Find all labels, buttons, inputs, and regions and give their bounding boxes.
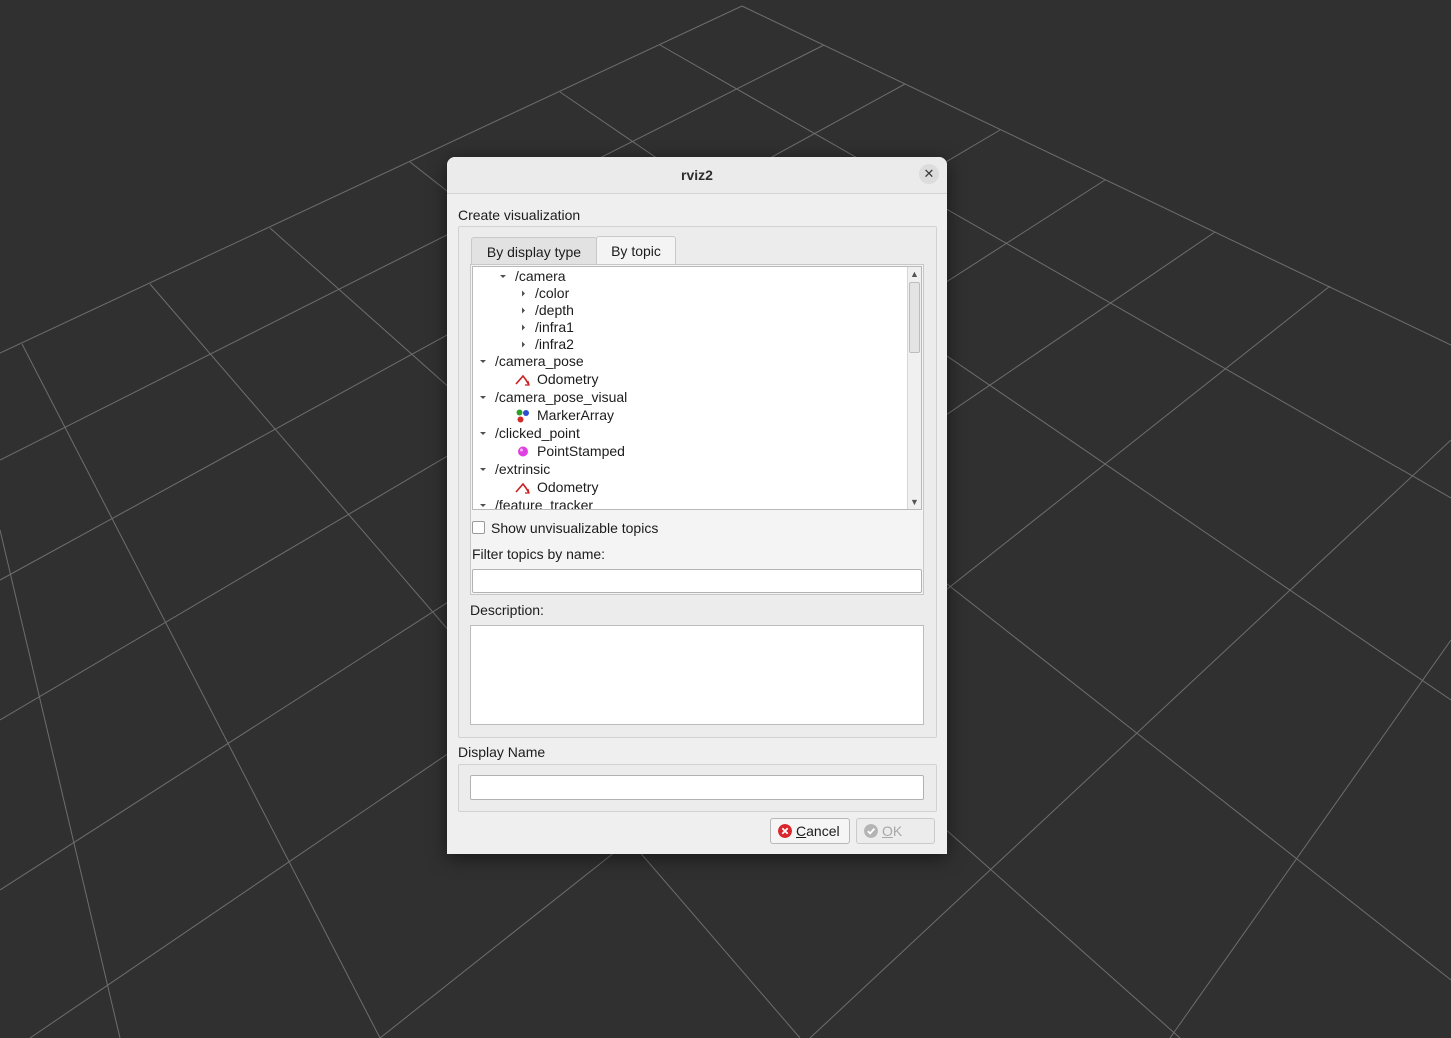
- tree-item-label: /infra2: [535, 336, 574, 352]
- tree-item-label: /color: [535, 285, 570, 301]
- display-name-input[interactable]: [470, 775, 924, 800]
- cancel-icon: [778, 824, 792, 838]
- title-bar[interactable]: rviz2 ✕: [447, 157, 947, 194]
- tree-item-label: Odometry: [537, 371, 599, 387]
- filter-label: Filter topics by name:: [472, 546, 606, 562]
- marker-array-icon: [516, 409, 529, 423]
- close-icon[interactable]: ✕: [919, 164, 939, 184]
- expanded-arrow-icon[interactable]: [477, 389, 489, 406]
- display-name-label: Display Name: [458, 744, 546, 760]
- cancel-button[interactable]: Cancel: [770, 818, 850, 844]
- ok-icon: [864, 824, 878, 838]
- expanded-arrow-icon[interactable]: [477, 461, 489, 478]
- tab-by-topic[interactable]: By topic: [596, 236, 676, 265]
- show-unvisualizable-label: Show unvisualizable topics: [491, 520, 659, 536]
- odometry-icon: [515, 482, 530, 494]
- tab-by-display-type[interactable]: By display type: [471, 237, 597, 264]
- collapsed-arrow-icon[interactable]: [517, 319, 529, 336]
- ok-button[interactable]: OK: [856, 818, 935, 844]
- create-visualization-dialog: rviz2 ✕ Create visualization By display …: [447, 157, 947, 854]
- scrollbar-thumb[interactable]: [909, 282, 920, 353]
- tree-item-label: /camera_pose: [495, 353, 584, 369]
- tree-item-label: /clicked_point: [495, 425, 580, 441]
- create-visualization-label: Create visualization: [458, 207, 581, 223]
- scroll-down-arrow-icon[interactable]: ▼: [908, 495, 921, 509]
- description-box: [470, 625, 924, 725]
- tree-scrollbar[interactable]: ▲ ▼: [907, 267, 921, 509]
- cancel-button-label: Cancel: [796, 823, 840, 839]
- expanded-arrow-icon[interactable]: [497, 268, 509, 285]
- ok-button-label: OK: [882, 823, 903, 839]
- expanded-arrow-icon[interactable]: [477, 425, 489, 442]
- scroll-up-arrow-icon[interactable]: ▲: [908, 267, 921, 281]
- tree-item-label: /camera: [515, 268, 566, 284]
- point-stamped-icon: [518, 446, 528, 457]
- description-label: Description:: [470, 602, 544, 618]
- collapsed-arrow-icon[interactable]: [517, 285, 529, 302]
- tree-item-label: /feature_tracker: [495, 497, 594, 510]
- expanded-arrow-icon[interactable]: [477, 353, 489, 370]
- topic-tree[interactable]: /camera /color /depth /infra1 /infra2 /c…: [472, 266, 922, 510]
- tree-item-label: /infra1: [535, 319, 574, 335]
- show-unvisualizable-checkbox[interactable]: [472, 521, 485, 534]
- tree-item-label: /camera_pose_visual: [495, 389, 628, 405]
- tree-item-label: /extrinsic: [495, 461, 551, 477]
- collapsed-arrow-icon[interactable]: [517, 302, 529, 319]
- odometry-icon: [515, 374, 530, 386]
- tree-item-label: Odometry: [537, 479, 599, 495]
- filter-topics-input[interactable]: [472, 569, 922, 593]
- tree-item-label: MarkerArray: [537, 407, 615, 423]
- collapsed-arrow-icon[interactable]: [517, 336, 529, 353]
- tree-item-label: /depth: [535, 302, 574, 318]
- expanded-arrow-icon[interactable]: [477, 497, 489, 510]
- tree-item-label: PointStamped: [537, 443, 625, 459]
- window-title: rviz2: [681, 167, 713, 183]
